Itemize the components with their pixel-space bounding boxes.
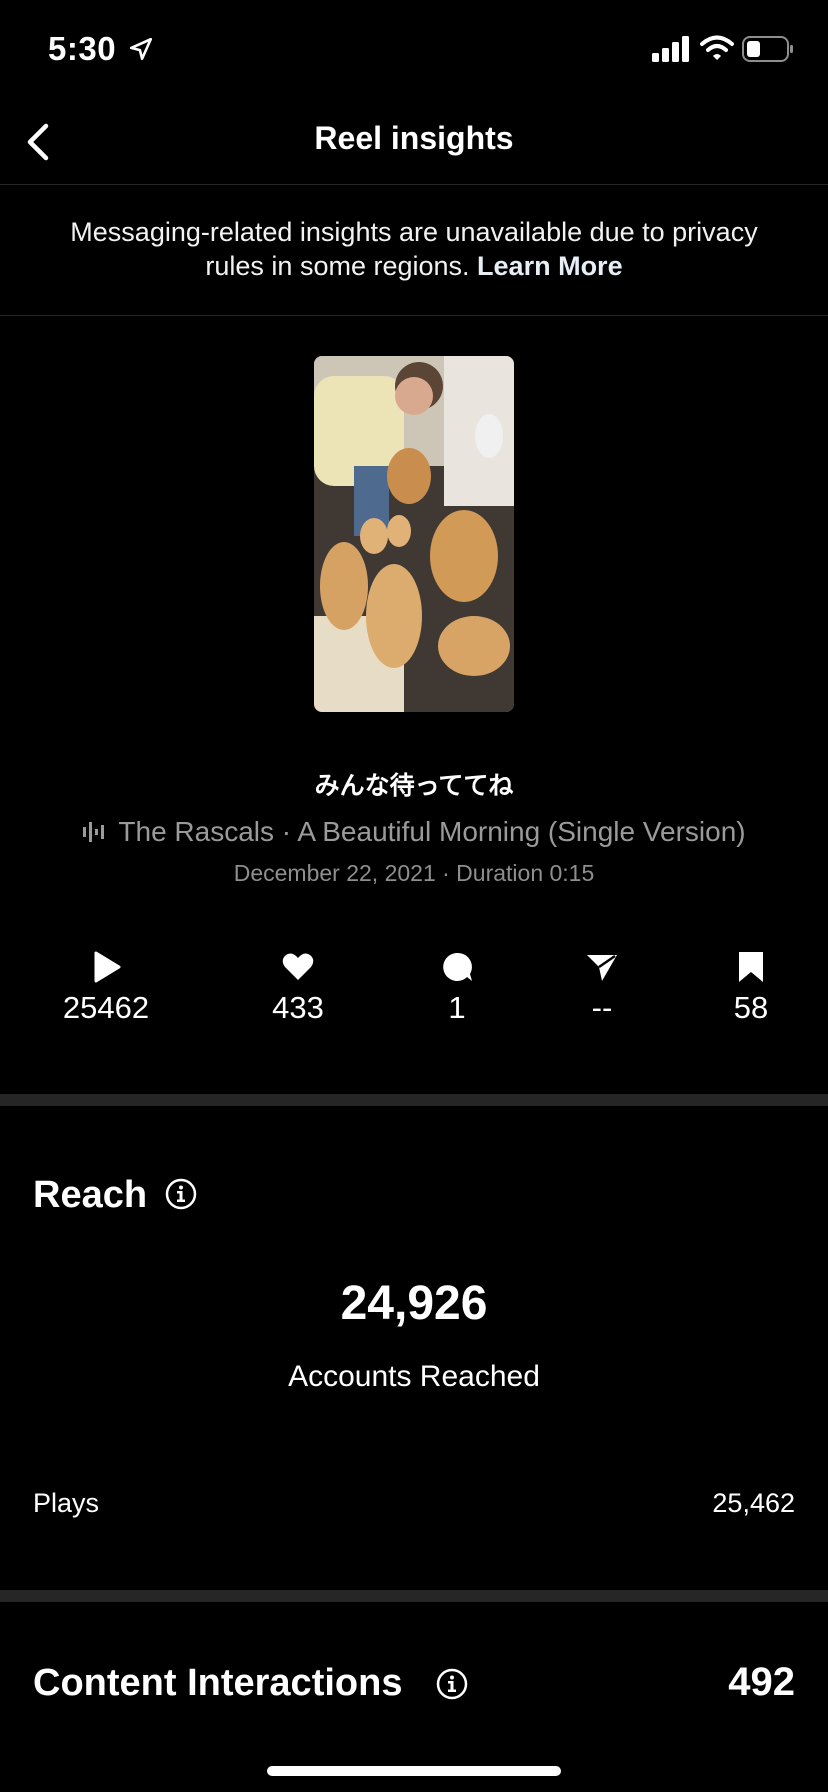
reel-meta: December 22, 2021 · Duration 0:15 bbox=[233, 860, 595, 886]
reach-info-icon[interactable] bbox=[165, 1178, 197, 1210]
page-title: Reel insights bbox=[314, 120, 514, 156]
shares-count: -- bbox=[591, 990, 613, 1025]
reel-caption: みんな待っててね bbox=[314, 772, 514, 800]
audio-track: The Rascals · A Beautiful Morning (Singl… bbox=[118, 816, 746, 847]
reel-thumbnail-image bbox=[314, 356, 514, 712]
learn-more-link[interactable]: Learn More bbox=[477, 251, 623, 281]
accounts-reached-label: Accounts Reached bbox=[288, 1360, 540, 1393]
status-time: 5:30 bbox=[48, 30, 117, 67]
plays-row-value: 25,462 bbox=[712, 1488, 795, 1518]
audio-waveform-icon bbox=[83, 822, 105, 842]
comments-stat: 1 bbox=[377, 950, 537, 1026]
plays-row-label: Plays bbox=[33, 1488, 100, 1518]
home-indicator[interactable] bbox=[267, 1766, 561, 1776]
saves-count: 58 bbox=[733, 990, 769, 1025]
send-paper-plane-icon bbox=[587, 954, 617, 981]
accounts-reached-value: 24,926 bbox=[340, 1277, 488, 1330]
comment-bubble-icon bbox=[443, 952, 472, 981]
content-interactions-info-icon[interactable] bbox=[436, 1668, 468, 1700]
comments-count: 1 bbox=[448, 990, 466, 1025]
notice-text: Messaging-related insights are unavailab… bbox=[70, 217, 758, 281]
notice-paragraph: Messaging-related insights are unavailab… bbox=[0, 185, 828, 283]
battery-icon bbox=[742, 36, 793, 62]
play-icon bbox=[94, 951, 121, 983]
section-divider bbox=[0, 1590, 828, 1602]
plays-stat: 25462 bbox=[26, 950, 186, 1026]
nav-bar: Reel insights bbox=[0, 100, 828, 185]
reel-stats-row: 25462 433 1 -- 58 bbox=[0, 950, 828, 1040]
saves-stat: 58 bbox=[671, 950, 828, 1026]
section-divider bbox=[0, 1094, 828, 1106]
status-bar: 5:30 bbox=[0, 0, 828, 100]
privacy-notice: Messaging-related insights are unavailab… bbox=[0, 185, 828, 316]
reach-title: Reach bbox=[33, 1174, 148, 1216]
wifi-icon bbox=[700, 35, 734, 60]
location-arrow-icon bbox=[129, 37, 153, 61]
bookmark-icon bbox=[739, 952, 763, 982]
reel-thumbnail[interactable] bbox=[314, 356, 514, 712]
plays-count: 25462 bbox=[62, 990, 150, 1025]
shares-stat: -- bbox=[522, 950, 682, 1026]
likes-stat: 433 bbox=[218, 950, 378, 1026]
likes-count: 433 bbox=[272, 990, 324, 1025]
content-interactions-value: 492 bbox=[728, 1660, 795, 1704]
content-interactions-title: Content Interactions bbox=[33, 1662, 403, 1704]
cellular-signal-icon bbox=[652, 36, 689, 62]
audio-attribution[interactable]: The Rascals · A Beautiful Morning (Singl… bbox=[0, 816, 828, 848]
heart-icon bbox=[282, 953, 314, 980]
